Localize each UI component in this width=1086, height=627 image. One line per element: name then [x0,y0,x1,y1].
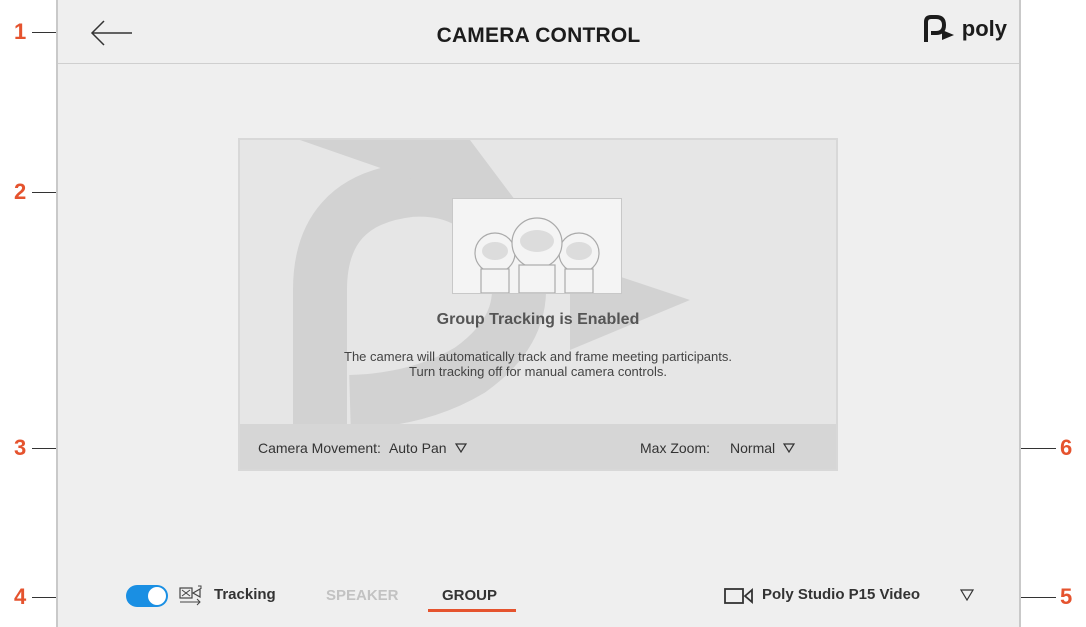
poly-logo: poly [922,14,1007,44]
header-bar: CAMERA CONTROL poly [58,0,1019,64]
tab-speaker[interactable]: SPEAKER [326,587,399,604]
triangle-down-icon [783,443,796,453]
active-tab-indicator [428,609,516,612]
triangle-down-icon [454,443,467,453]
camera-tracking-icon [179,585,202,606]
max-zoom-dropdown[interactable]: Max Zoom: Normal [640,440,796,456]
toggle-knob [148,587,166,605]
max-zoom-label: Max Zoom: [640,440,711,456]
tab-group[interactable]: GROUP [442,587,497,604]
page-title: CAMERA CONTROL [436,24,641,47]
camera-movement-label: Camera Movement: [258,440,381,456]
status-line-1: The camera will automatically track and … [344,349,732,364]
logo-text: poly [961,16,1007,41]
camera-movement-dropdown[interactable]: Camera Movement: Auto Pan [258,440,467,456]
camera-control-screen: CAMERA CONTROL poly Group Tracking is En… [56,0,1021,627]
callout-3: 3 [14,435,27,460]
poly-logo-icon [923,15,954,42]
callout-1: 1 [14,19,27,44]
tracking-status-description: The camera will automatically track and … [240,349,836,379]
bottom-bar: Tracking SPEAKER GROUP Poly Studio P15 V… [58,570,1019,627]
tracking-label: Tracking [214,586,276,603]
group-people-illustration [452,198,622,294]
poly-watermark-icon [293,140,690,469]
tracking-status-title: Group Tracking is Enabled [436,311,640,328]
camera-movement-value: Auto Pan [388,440,447,456]
group-people-icon [474,217,600,294]
camera-preview-area: Group Tracking is Enabled The camera wil… [238,138,838,471]
callout-5: 5 [1060,584,1073,609]
callout-6: 6 [1060,435,1073,460]
max-zoom-value: Normal [730,440,776,456]
triangle-down-icon[interactable] [960,589,974,601]
camera-selector[interactable]: Poly Studio P15 Video [762,586,920,603]
callout-4: 4 [14,584,27,609]
status-line-2: Turn tracking off for manual camera cont… [409,364,667,379]
callout-2: 2 [14,179,27,204]
video-camera-icon [724,588,753,604]
tracking-toggle[interactable] [126,585,168,607]
camera-controls-bar: Camera Movement: Auto Pan Max Zoom: Norm… [240,424,836,469]
